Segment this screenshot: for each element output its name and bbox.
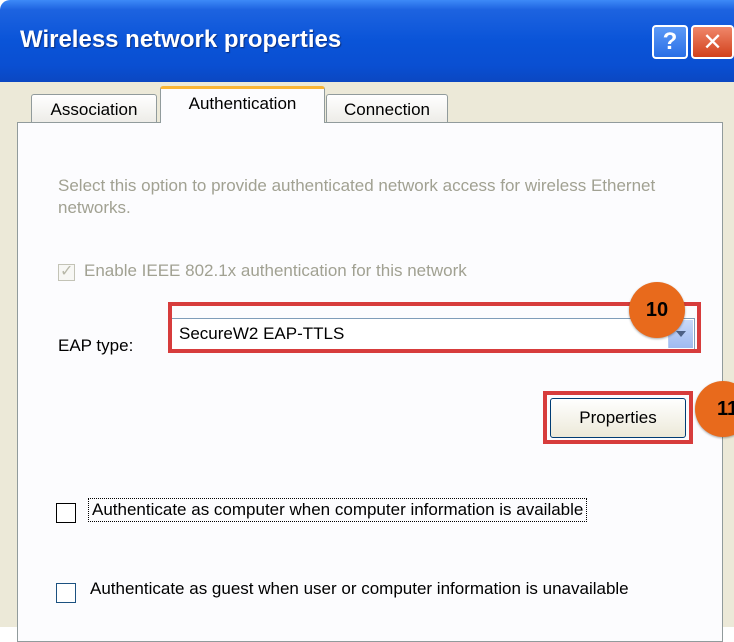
close-button[interactable]: ✕ (691, 25, 734, 59)
tab-association[interactable]: Association (31, 94, 157, 124)
auth-as-guest-checkbox[interactable] (56, 583, 76, 603)
title-bar: Wireless network properties ? ✕ (0, 0, 734, 82)
question-mark-icon: ? (662, 28, 678, 55)
tab-connection[interactable]: Connection (326, 94, 448, 124)
enable-8021x-label: Enable IEEE 802.1x authentication for th… (84, 261, 467, 280)
enable-8021x-checkbox[interactable] (58, 261, 75, 281)
auth-as-computer-checkbox[interactable] (56, 503, 76, 523)
window-title: Wireless network properties (20, 26, 342, 53)
step-badge-10: 10 (629, 282, 685, 338)
eap-type-label: EAP type: (58, 336, 134, 355)
description-text: Select this option to provide authentica… (58, 176, 656, 217)
auth-as-computer-label[interactable]: Authenticate as computer when computer i… (88, 498, 588, 522)
close-icon: ✕ (702, 28, 723, 56)
help-button[interactable]: ? (652, 25, 688, 59)
tab-authentication[interactable]: Authentication (160, 86, 325, 123)
highlight-box-properties (543, 391, 693, 444)
auth-as-guest-label[interactable]: Authenticate as guest when user or compu… (90, 577, 670, 600)
highlight-box-eap-type (168, 302, 701, 353)
